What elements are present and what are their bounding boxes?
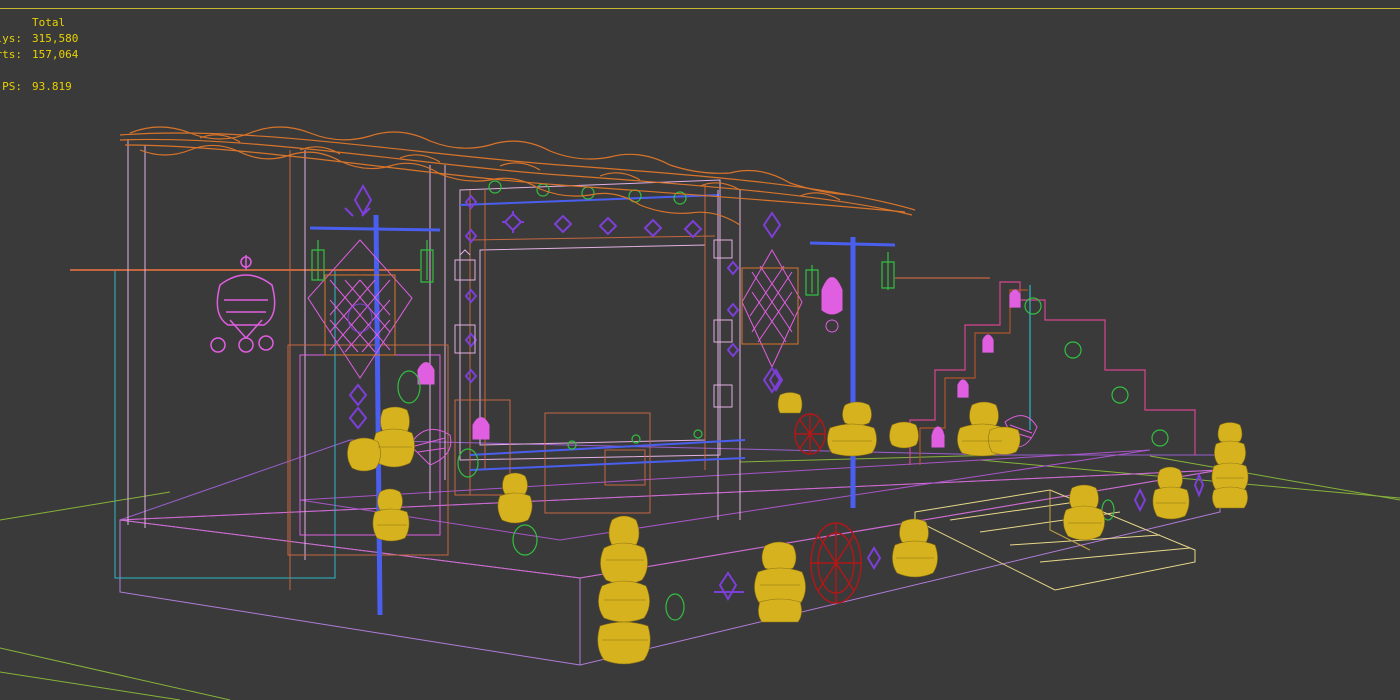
viewport-perspective[interactable]: Total olys: 315,580 erts: 157,064 PS: 93… — [0, 0, 1400, 700]
wireframe-scene[interactable] — [0, 0, 1400, 700]
verts-label: erts: — [0, 48, 22, 61]
green-lanterns — [311, 240, 895, 296]
lattice-panel-left — [307, 183, 413, 430]
fps-label: PS: — [2, 80, 22, 93]
fps-value: 93.819 — [32, 80, 72, 93]
lattice-panel-right — [741, 211, 803, 394]
woven-roof — [119, 126, 916, 226]
stage-platform — [119, 439, 1221, 666]
verts-value: 157,064 — [32, 48, 79, 61]
stats-header: Total — [32, 16, 66, 29]
polys-label: olys: — [0, 32, 22, 45]
polys-value: 315,580 — [32, 32, 79, 45]
central-gateway — [454, 179, 746, 520]
